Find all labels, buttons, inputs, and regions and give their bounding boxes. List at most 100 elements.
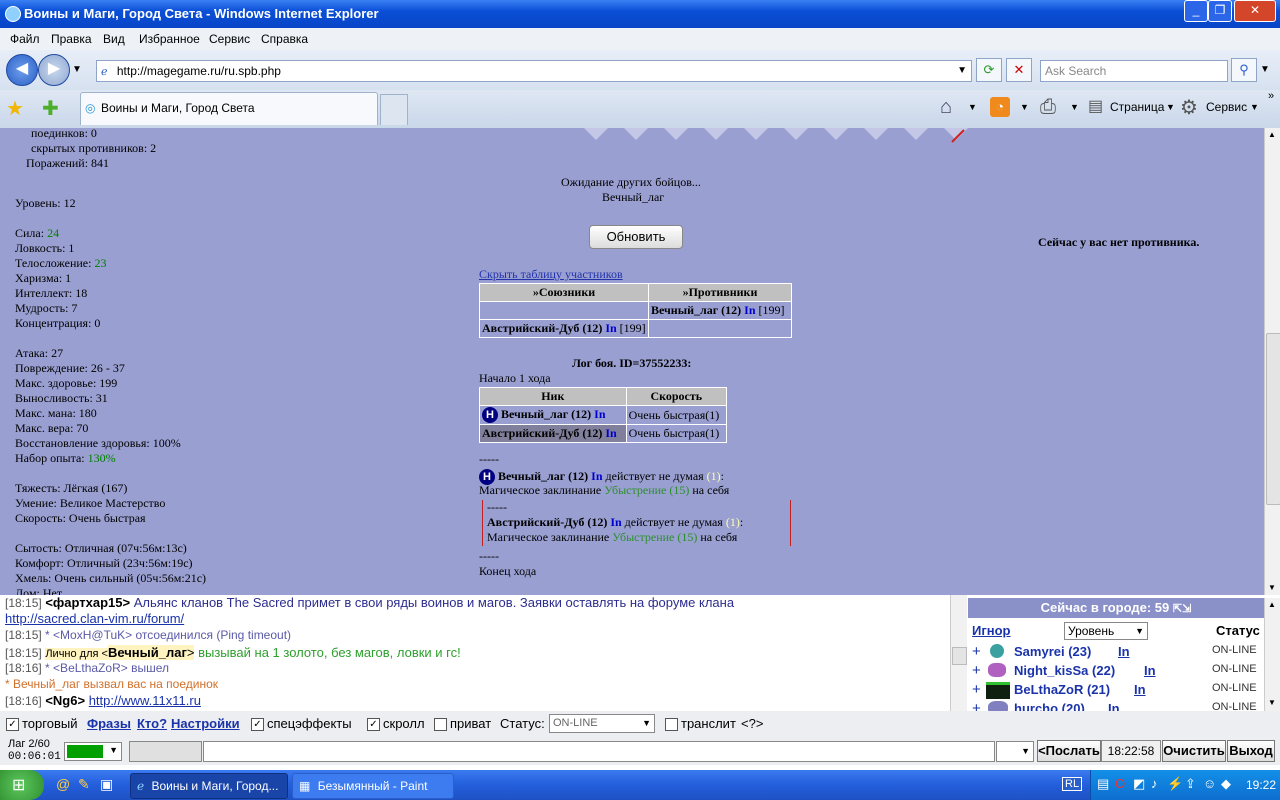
history-select[interactable]: ▼	[996, 741, 1034, 762]
tray-shield-icon[interactable]: ◆	[1221, 776, 1231, 792]
menu-favorites[interactable]: Избранное	[139, 32, 200, 46]
ignore-link[interactable]: Игнор	[972, 623, 1011, 638]
sort-select[interactable]: Уровень ▼	[1064, 622, 1148, 640]
menu-help[interactable]: Справка	[261, 32, 308, 46]
taskbar-item-paint[interactable]: ▦ Безымянный - Paint	[292, 773, 454, 799]
refresh-icon[interactable]: ⟳	[976, 58, 1002, 82]
expand-plus-icon[interactable]: +	[972, 662, 981, 679]
enemy-name[interactable]: Вечный_лаг (12)	[651, 303, 741, 317]
tray-volume-icon[interactable]: ♪	[1151, 776, 1158, 791]
menu-file[interactable]: Файл	[10, 32, 40, 46]
page-menu[interactable]: Страница	[1110, 100, 1164, 114]
scroll-up-icon[interactable]: ▲	[1268, 600, 1276, 609]
exit-button[interactable]: Выход	[1227, 740, 1275, 762]
trade-checkbox[interactable]: ✓	[6, 718, 19, 731]
enemy-info-link[interactable]: In	[744, 303, 755, 317]
private-checkbox[interactable]	[434, 718, 447, 731]
tray-messenger-icon[interactable]: ☺	[1203, 776, 1216, 791]
tray-power-icon[interactable]: ⚡	[1167, 776, 1183, 792]
start-button[interactable]: ⊞	[0, 770, 44, 800]
scroll-down-icon[interactable]: ▼	[1268, 583, 1276, 592]
expand-plus-icon[interactable]: +	[972, 681, 981, 698]
minimize-button[interactable]: _	[1184, 0, 1208, 22]
player-row[interactable]: + hurcho (20) In ON-LINE	[972, 700, 1262, 711]
tray-usb-icon[interactable]: ⇪	[1185, 776, 1196, 792]
city-scrollbar[interactable]: ▲ ▼	[1264, 598, 1280, 711]
url-dropdown-icon[interactable]: ▼	[957, 61, 967, 81]
chevron-more-icon[interactable]: »	[1268, 90, 1274, 102]
send-button[interactable]: <Послать	[1037, 740, 1101, 762]
action-2-info[interactable]: In	[610, 515, 621, 529]
tab-active[interactable]: ◎ Воины и Маги, Город Света	[80, 92, 378, 125]
tools-dropdown-icon[interactable]: ▼	[1250, 102, 1259, 112]
add-favorites-icon[interactable]: ✚	[42, 96, 59, 121]
update-button[interactable]: Обновить	[589, 225, 683, 249]
scroll-checkbox[interactable]: ✓	[367, 718, 380, 731]
search-input[interactable]: Ask Search	[1040, 60, 1228, 82]
clear-button[interactable]: Очистить	[1162, 740, 1226, 762]
status-select[interactable]: ON-LINE ▼	[549, 714, 655, 733]
tray-opera-icon[interactable]: O	[1115, 776, 1125, 791]
effects-checkbox[interactable]: ✓	[251, 718, 264, 731]
expand-plus-icon[interactable]: +	[972, 700, 981, 711]
print-icon[interactable]: ⎙	[1040, 96, 1056, 119]
tools-menu[interactable]: Сервис	[1206, 100, 1247, 114]
scroll-up-icon[interactable]: ▲	[1268, 130, 1276, 139]
chat-11x11-link[interactable]: http://www.11x11.ru	[89, 693, 201, 708]
taskbar-item-browser[interactable]: ℯ Воины и Маги, Город...	[130, 773, 288, 799]
player-row[interactable]: + BeLthaZoR (21) In ON-LINE	[972, 681, 1262, 700]
scroll-down-icon[interactable]: ▼	[1268, 698, 1276, 707]
quicklaunch-at-icon[interactable]: @	[56, 776, 70, 792]
tray-network-icon[interactable]: ▤	[1097, 776, 1109, 792]
settings-link[interactable]: Настройки	[171, 716, 240, 731]
action-2-name[interactable]: Австрийский-Дуб (12)	[487, 515, 607, 529]
to-field[interactable]	[129, 741, 202, 762]
menu-tools[interactable]: Сервис	[209, 32, 250, 46]
player-info-link[interactable]: In	[1134, 682, 1146, 697]
translit-checkbox[interactable]	[665, 718, 678, 731]
message-input[interactable]	[203, 741, 995, 762]
search-icon[interactable]: ⚲	[1231, 58, 1257, 82]
menu-edit[interactable]: Правка	[51, 32, 92, 46]
order-row-1-name[interactable]: Вечный_лаг (12)	[501, 407, 591, 421]
history-dropdown-icon[interactable]: ▼	[72, 64, 82, 75]
help-link[interactable]: <?>	[741, 716, 763, 731]
close-window-button[interactable]: ✕	[1234, 0, 1276, 22]
ally-info-link[interactable]: In	[605, 321, 616, 335]
new-tab-button[interactable]	[380, 94, 408, 125]
back-button[interactable]: ◀	[6, 54, 38, 86]
page-dropdown-icon[interactable]: ▼	[1166, 102, 1175, 112]
action-1-name[interactable]: Вечный_лаг (12)	[498, 469, 588, 483]
phrases-link[interactable]: Фразы	[87, 716, 131, 731]
home-dropdown-icon[interactable]: ▼	[968, 102, 977, 112]
player-info-link[interactable]: In	[1118, 644, 1130, 659]
rss-feed-icon[interactable]: ◔	[990, 97, 1010, 117]
chat-scrollbar[interactable]	[950, 595, 967, 711]
hide-participants-link[interactable]: Скрыть таблицу участников	[479, 267, 623, 282]
expand-plus-icon[interactable]: +	[972, 643, 981, 660]
expand-icon[interactable]: ⇱⇲	[1173, 603, 1191, 615]
chat-forum-link[interactable]: http://sacred.clan-vim.ru/forum/	[5, 611, 184, 626]
tray-app-icon[interactable]: ◩	[1133, 776, 1145, 792]
stop-icon[interactable]: ✕	[1006, 58, 1032, 82]
player-row[interactable]: + Samyrei (23) In ON-LINE	[972, 643, 1262, 662]
quicklaunch-app-icon[interactable]: ✎	[78, 776, 90, 793]
order-row-2-info[interactable]: In	[605, 426, 616, 440]
ally-name[interactable]: Австрийский-Дуб (12)	[482, 321, 602, 335]
print-dropdown-icon[interactable]: ▼	[1070, 102, 1079, 112]
player-info-link[interactable]: In	[1144, 663, 1156, 678]
favorites-star-icon[interactable]: ★	[6, 96, 24, 121]
maximize-button[interactable]: ❐	[1208, 0, 1232, 22]
chat-scroll-thumb[interactable]	[952, 647, 967, 665]
home-icon[interactable]: ⌂	[940, 96, 952, 119]
action-1-info[interactable]: In	[591, 469, 602, 483]
url-input[interactable]: ℯ http://magegame.ru/ru.spb.php ▼	[96, 60, 972, 82]
quicklaunch-media-icon[interactable]: ▣	[100, 776, 113, 793]
forward-button[interactable]: ▶	[38, 54, 70, 86]
scroll-thumb[interactable]	[1266, 333, 1280, 505]
content-scrollbar[interactable]: ▲ ▼	[1264, 128, 1280, 595]
search-options-icon[interactable]: ▼	[1260, 64, 1270, 75]
order-row-2-name[interactable]: Австрийский-Дуб (12)	[482, 426, 602, 440]
color-select[interactable]: ▼	[64, 742, 122, 761]
menu-view[interactable]: Вид	[103, 32, 125, 46]
